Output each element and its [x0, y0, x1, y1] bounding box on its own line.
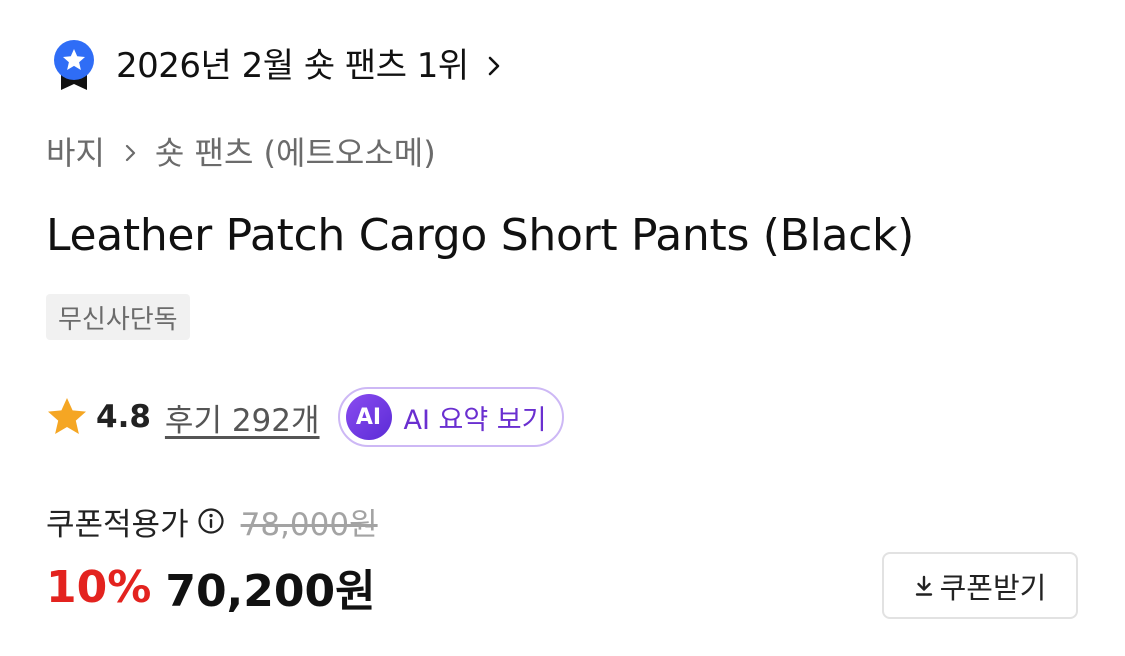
rating-value: 4.8	[96, 399, 151, 435]
medal-star-icon	[54, 40, 94, 90]
rating-row: 4.8 후기 292개 AI AI 요약 보기	[46, 384, 565, 450]
sale-price: 70,200원	[165, 566, 376, 617]
product-title: Leather Patch Cargo Short Pants (Black)	[46, 210, 915, 261]
ai-summary-label: AI 요약 보기	[403, 404, 547, 436]
coupon-price-label: 쿠폰적용가	[46, 506, 189, 543]
price-row: 10% 70,200원	[46, 556, 376, 618]
discount-rate: 10%	[46, 561, 152, 613]
star-icon	[48, 398, 86, 434]
chevron-right-icon	[125, 144, 135, 162]
ranking-banner[interactable]: 2026년 2월 숏 팬츠 1위	[52, 40, 501, 92]
breadcrumb: 바지 숏 팬츠 (에트오소메)	[46, 130, 436, 176]
price-label-row: 쿠폰적용가 78,000원	[46, 497, 378, 545]
download-icon	[915, 575, 932, 596]
exclusive-badge: 무신사단독	[46, 294, 190, 340]
info-icon[interactable]	[197, 507, 225, 535]
reviews-link[interactable]: 후기 292개	[165, 395, 320, 440]
product-info-panel: 2026년 2월 숏 팬츠 1위 바지 숏 팬츠 (에트오소메) Leather…	[0, 0, 1125, 656]
ai-icon: AI	[345, 394, 392, 440]
get-coupon-button[interactable]: 쿠폰받기	[882, 552, 1078, 619]
ranking-text: 2026년 2월 숏 팬츠 1위	[116, 46, 469, 86]
ai-summary-button[interactable]: AI AI 요약 보기	[337, 387, 565, 447]
original-price: 78,000원	[240, 506, 378, 543]
chevron-right-icon	[488, 56, 500, 76]
get-coupon-label: 쿠폰받기	[939, 570, 1047, 605]
breadcrumb-item-pants[interactable]: 바지	[46, 137, 105, 169]
breadcrumb-item-short-pants[interactable]: 숏 팬츠 (에트오소메)	[155, 137, 436, 169]
